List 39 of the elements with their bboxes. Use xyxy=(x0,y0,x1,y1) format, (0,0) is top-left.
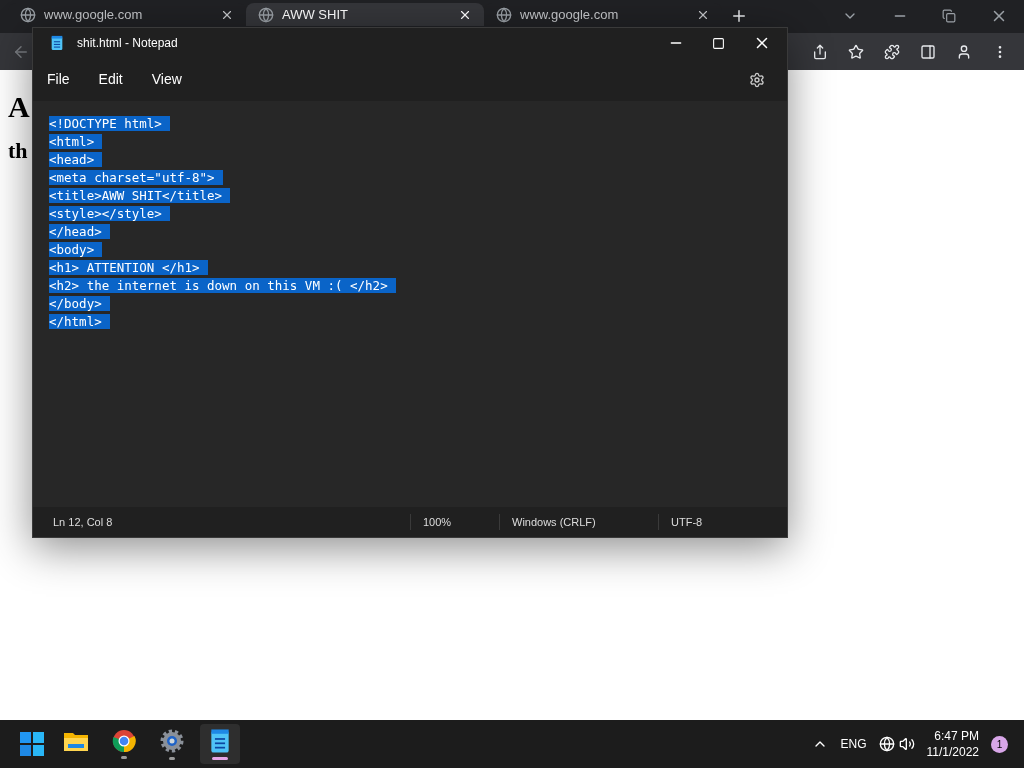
maximize-icon[interactable] xyxy=(712,36,725,50)
gear-icon xyxy=(159,728,185,754)
language-indicator[interactable]: ENG xyxy=(840,735,867,753)
share-icon[interactable] xyxy=(812,43,828,60)
start-icon[interactable] xyxy=(20,732,44,756)
menu-item[interactable]: Edit xyxy=(90,69,131,90)
bookmark-star-icon[interactable] xyxy=(848,43,864,60)
globe-icon xyxy=(496,6,512,23)
clock-time[interactable]: 6:47 PM xyxy=(934,728,979,744)
window-title: shit.html - Notepad xyxy=(77,35,178,52)
zoom-level: 100% xyxy=(410,513,499,531)
cursor-position: Ln 12, Col 8 xyxy=(52,514,114,530)
menu-item[interactable]: File xyxy=(39,69,78,90)
settings-icon[interactable] xyxy=(749,71,765,88)
side-panel-icon[interactable] xyxy=(920,43,936,60)
browser-tab[interactable]: AWW SHIT xyxy=(246,3,484,26)
chrome-logo-icon xyxy=(112,729,136,753)
globe-icon xyxy=(20,6,36,23)
menu-item[interactable]: View xyxy=(143,69,190,90)
restore-icon[interactable] xyxy=(942,9,956,23)
line-ending: Windows (CRLF) xyxy=(499,513,658,531)
tab-title: AWW SHIT xyxy=(282,5,349,24)
folder-icon xyxy=(63,730,89,752)
notification-badge[interactable]: 1 xyxy=(991,735,1008,753)
taskbar-app[interactable] xyxy=(200,724,240,764)
clock-date[interactable]: 11/1/2022 xyxy=(926,744,979,760)
page-subheading: th xyxy=(8,140,28,162)
network-globe-icon[interactable] xyxy=(878,736,895,752)
editor-area[interactable]: <!DOCTYPE html> <html> <head> <meta charset="utf-8"> <title>AWW SHIT</title> <style></style> </head> <body> <h1> ATTENTION </h1> <h2> the internet is down on this VM :( </h2> </body> </html> xyxy=(33,101,787,507)
encoding: UTF-8 xyxy=(658,513,703,531)
new-tab-icon[interactable] xyxy=(730,7,748,25)
extensions-icon[interactable] xyxy=(884,43,900,60)
tab-title: www.google.com xyxy=(44,5,144,24)
globe-icon xyxy=(258,6,274,23)
profile-icon[interactable] xyxy=(956,43,972,60)
page-heading: A xyxy=(8,92,30,122)
tab-title: www.google.com xyxy=(520,5,620,24)
volume-icon[interactable] xyxy=(898,736,915,752)
notepad-icon xyxy=(49,35,65,51)
